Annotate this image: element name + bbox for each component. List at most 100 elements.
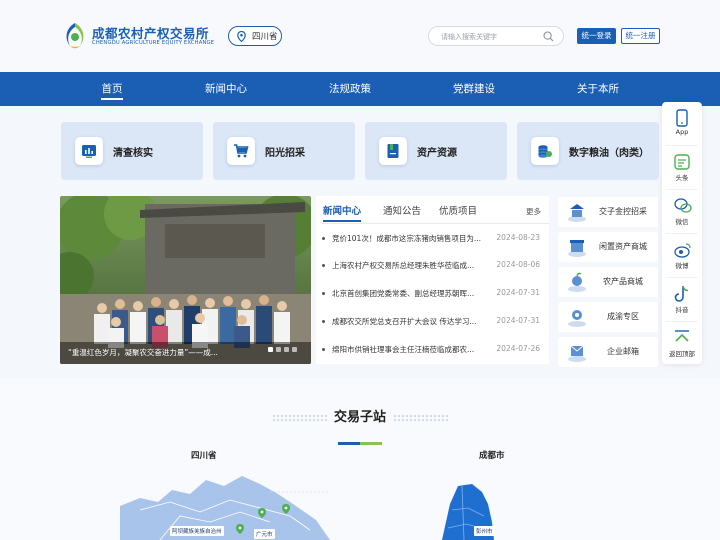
side-float-bar: App 头条 微信 微博 抖音 返回顶部: [662, 102, 702, 364]
float-label: 头条: [675, 174, 689, 182]
nav-item-news[interactable]: 新闻中心: [196, 72, 256, 106]
search-input[interactable]: [441, 30, 541, 43]
bullet-icon: [322, 320, 325, 323]
banner-dot[interactable]: [284, 347, 289, 352]
search-box[interactable]: [428, 26, 564, 46]
section-underline: [338, 430, 382, 445]
news-item[interactable]: 北京首创集团党委常委、副总经理苏朝晖... 2024-07-31: [322, 287, 544, 301]
feature-card-assets[interactable]: 资产资源: [365, 122, 507, 180]
float-divider: [666, 277, 698, 278]
province-label: 四川省: [191, 451, 217, 461]
stations-section: 交易子站 四川省 成都市 阿坝藏族羌族自治州 广元市 彭州市: [0, 378, 720, 540]
tab-news-center[interactable]: 新闻中心: [323, 203, 362, 222]
bullet-icon: [322, 237, 325, 240]
news-date: 2024-07-31: [496, 316, 540, 325]
login-button[interactable]: 统一登录: [577, 28, 616, 44]
float-label: 微博: [675, 262, 689, 270]
quicklink-jiaozi[interactable]: 交子金控招采: [558, 197, 658, 227]
news-title[interactable]: 上海农村产权交易所总经理朱胜华莅临成...: [332, 260, 490, 271]
sichuan-map[interactable]: [120, 472, 330, 540]
produce-icon: [568, 272, 586, 292]
float-divider: [666, 321, 698, 322]
news-date: 2024-08-23: [496, 233, 540, 242]
bullet-icon: [322, 264, 325, 267]
quicklink-label: 农产品商城: [603, 277, 643, 286]
quicklink-idle-assets[interactable]: 闲置资产商城: [558, 232, 658, 262]
news-title[interactable]: 竞价101次！成都市这宗冻猪肉销售项目为...: [332, 233, 490, 244]
bullet-icon: [322, 348, 325, 351]
float-label: 微信: [675, 218, 689, 226]
float-item-back-to-top[interactable]: 返回顶部: [662, 324, 702, 364]
tab-notices[interactable]: 通知公告: [383, 203, 421, 217]
news-divider: [322, 223, 549, 224]
news-date: 2024-07-31: [496, 288, 540, 297]
region-selector[interactable]: 四川省: [228, 26, 282, 46]
float-divider: [666, 189, 698, 190]
chart-icon: [82, 145, 96, 158]
quicklink-label: 成渝专区: [607, 312, 639, 321]
feature-icon-box: [531, 137, 559, 165]
nav-item-home[interactable]: 首页: [86, 72, 138, 106]
feature-card-grain[interactable]: 数字粮油（肉类）: [517, 122, 659, 180]
region-label: 四川省: [252, 32, 278, 42]
float-item-toutiao[interactable]: 头条: [662, 148, 702, 188]
float-item-weibo[interactable]: 微博: [662, 236, 702, 276]
banner-caption[interactable]: “重温红色岁月，凝聚农交奋进力量”——成...: [68, 347, 248, 358]
news-banner[interactable]: “重温红色岁月，凝聚农交奋进力量”——成...: [60, 196, 311, 364]
float-divider: [666, 233, 698, 234]
feature-label: 清查核实: [113, 148, 153, 159]
quicklink-agri-mall[interactable]: 农产品商城: [558, 267, 658, 297]
main-nav: 首页 新闻中心 法规政策 党群建设 关于本所: [0, 72, 720, 106]
header: 成都农村产权交易所 CHENGDU AGRICULTURE EQUITY EXC…: [0, 0, 720, 72]
feature-card-procurement[interactable]: 阳光招采: [213, 122, 355, 180]
quicklink-mail[interactable]: 企业邮箱: [558, 337, 658, 367]
weibo-icon: [674, 243, 691, 258]
float-label: 抖音: [675, 306, 689, 314]
news-item[interactable]: 竞价101次！成都市这宗冻猪肉销售项目为... 2024-08-23: [322, 232, 544, 246]
nav-item-policy[interactable]: 法规政策: [320, 72, 380, 106]
tab-projects[interactable]: 优质项目: [439, 203, 477, 217]
logo-icon[interactable]: [62, 22, 88, 50]
bank-icon: [568, 204, 586, 222]
toutiao-icon: [674, 154, 690, 170]
quicklink-chengyu[interactable]: 成渝专区: [558, 302, 658, 332]
float-label: 返回顶部: [669, 350, 695, 358]
mail-icon: [568, 345, 586, 362]
quicklink-label: 闲置资产商城: [599, 242, 647, 251]
phone-icon: [676, 109, 688, 127]
feature-card-inventory[interactable]: 清查核实: [61, 122, 203, 180]
cart-icon: [234, 144, 249, 158]
news-date: 2024-08-06: [496, 260, 540, 269]
map-label-guangyuan[interactable]: 广元市: [254, 529, 275, 539]
banner-dot[interactable]: [292, 347, 297, 352]
map-label-aba[interactable]: 阿坝藏族羌族自治州: [170, 526, 224, 536]
float-divider: [666, 145, 698, 146]
news-item[interactable]: 绵阳市供销社理事会主任汪楠莅临成都农... 2024-07-26: [322, 343, 544, 357]
banner-dots: [265, 337, 297, 356]
news-title[interactable]: 北京首创集团党委常委、副总经理苏朝晖...: [332, 288, 490, 299]
news-title[interactable]: 绵阳市供销社理事会主任汪楠莅临成都农...: [332, 344, 490, 355]
banner-dot[interactable]: [268, 347, 273, 352]
news-title[interactable]: 成都农交所党总支召开扩大会议 传达学习...: [332, 316, 490, 327]
news-panel: 新闻中心 通知公告 优质项目 更多 竞价101次！成都市这宗冻猪肉销售项目为..…: [316, 196, 549, 364]
news-item[interactable]: 成都农交所党总支召开扩大会议 传达学习... 2024-07-31: [322, 315, 544, 329]
map-label-pengzhou[interactable]: 彭州市: [474, 526, 495, 536]
news-item[interactable]: 上海农村产权交易所总经理朱胜华莅临成... 2024-08-06: [322, 259, 544, 273]
section-title: 交易子站: [333, 410, 386, 425]
banner-dot[interactable]: [276, 347, 281, 352]
wechat-icon: [674, 198, 692, 213]
search-icon[interactable]: [543, 31, 554, 42]
float-item-app[interactable]: App: [662, 104, 702, 144]
register-button[interactable]: 统一注册: [621, 28, 660, 44]
feature-icon-box: [379, 137, 407, 165]
feature-label: 资产资源: [417, 148, 457, 159]
quicklink-label: 交子金控招采: [599, 207, 647, 216]
bullet-icon: [322, 292, 325, 295]
douyin-icon: [674, 285, 689, 302]
nav-item-about[interactable]: 关于本所: [568, 72, 628, 106]
news-more-link[interactable]: 更多: [526, 206, 541, 217]
float-item-wechat[interactable]: 微信: [662, 192, 702, 232]
nav-item-party[interactable]: 党群建设: [444, 72, 504, 106]
decor-dots-icon: [394, 415, 448, 421]
float-item-douyin[interactable]: 抖音: [662, 280, 702, 320]
